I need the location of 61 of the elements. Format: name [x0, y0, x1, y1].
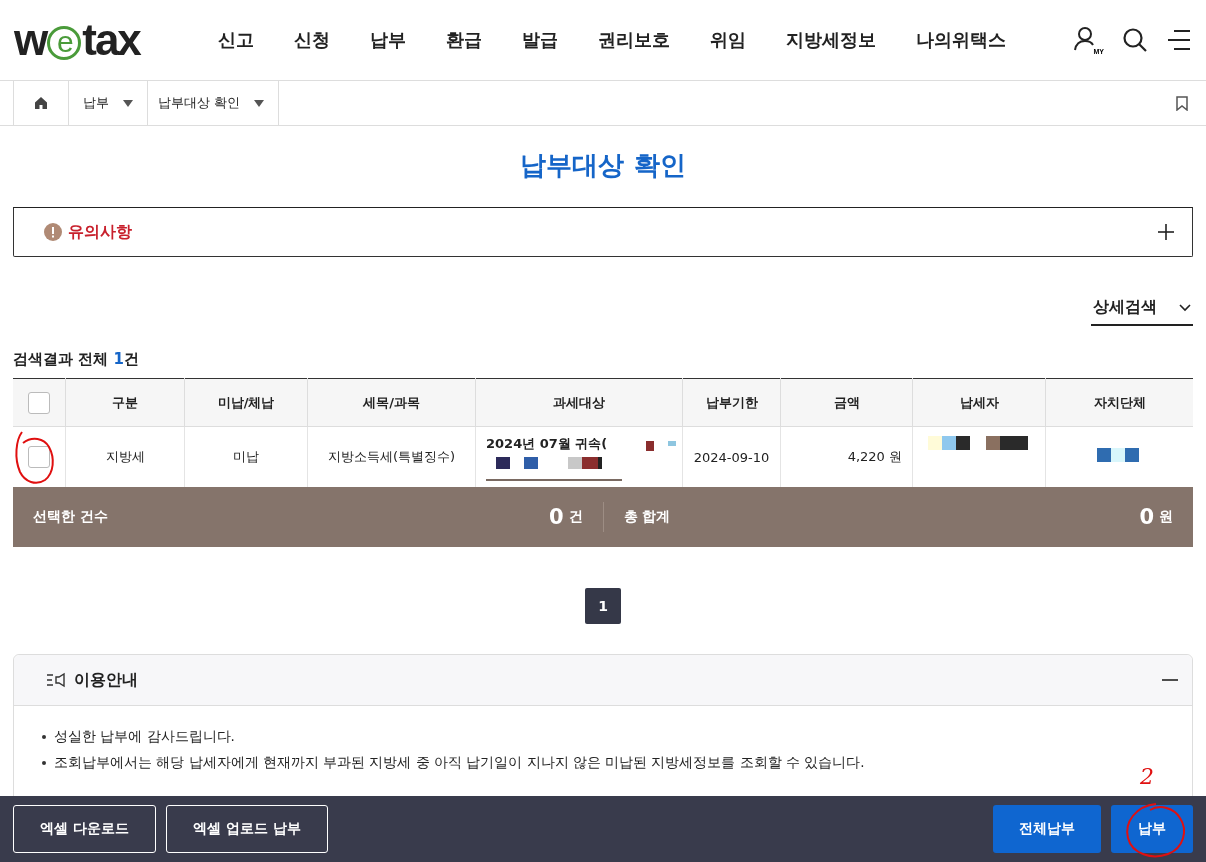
- megaphone-icon: [46, 672, 66, 688]
- caret-icon: [123, 99, 133, 107]
- nav-link[interactable]: 신청: [274, 28, 350, 52]
- plus-icon: [1158, 224, 1174, 240]
- minus-icon: [1162, 679, 1178, 681]
- warning-icon: [44, 223, 62, 241]
- excel-button[interactable]: 엑셀 다운로드: [13, 805, 156, 853]
- selected-count: 0: [548, 505, 564, 529]
- nav-link[interactable]: 납부: [350, 28, 426, 52]
- excel-button[interactable]: 엑셀 업로드 납부: [165, 805, 328, 853]
- notice-accordion[interactable]: 유의사항: [13, 207, 1193, 257]
- table-cell: 2024-09-10: [693, 449, 770, 465]
- nav-link[interactable]: 발급: [502, 28, 578, 52]
- column-header: 금액: [780, 378, 913, 427]
- result-count: 검색결과 전체 1건: [13, 350, 140, 370]
- notice-label: 유의사항: [68, 221, 132, 243]
- amount-unit: 원: [1159, 508, 1173, 526]
- page-button[interactable]: 1: [585, 588, 621, 624]
- nav-link[interactable]: 환급: [426, 28, 502, 52]
- table-cell: 미납: [233, 449, 259, 464]
- caret-icon: [254, 99, 265, 107]
- pay-button[interactable]: 전체납부: [993, 805, 1101, 853]
- bullet-icon: [42, 735, 46, 739]
- column-header: 납부기한: [682, 378, 781, 427]
- nav-link[interactable]: 신고: [198, 28, 274, 52]
- breadcrumb-dropdown[interactable]: 납부대상 확인: [147, 81, 280, 125]
- select-all-checkbox[interactable]: [28, 391, 50, 414]
- table-cell: 지방세: [105, 449, 145, 464]
- nav-link[interactable]: 나의위택스: [896, 28, 1026, 52]
- bookmark-icon[interactable]: [1176, 95, 1188, 111]
- page-title: 납부대상 확인: [519, 149, 687, 182]
- row-checkbox[interactable]: [28, 446, 50, 468]
- column-header: 미납/체납: [184, 378, 308, 427]
- guide-title: 이용안내: [74, 669, 138, 691]
- menu-icon[interactable]: [1166, 29, 1192, 51]
- guide-header[interactable]: 이용안내: [14, 655, 1192, 706]
- column-header: 과세대상: [475, 378, 683, 427]
- table-cell: 지방소득세(특별징수): [327, 449, 456, 464]
- guide-text: 성실한 납부에 감사드립니다.: [54, 728, 235, 746]
- detail-search-toggle[interactable]: 상세검색: [1091, 297, 1193, 326]
- tax-target-link[interactable]: 2024년 07월 귀속(: [486, 435, 608, 453]
- column-header: 구분: [65, 378, 185, 427]
- nav-link[interactable]: 위임: [690, 28, 766, 52]
- column-header: 세목/과목: [307, 378, 476, 427]
- total-label: 총 합계: [623, 508, 671, 526]
- handwritten-mark: 2: [1140, 764, 1154, 789]
- search-icon[interactable]: [1122, 27, 1148, 53]
- guide-text: 조회납부에서는 해당 납세자에게 현재까지 부과된 지방세 중 아직 납기일이 지나지 않은 미납된 지방세정보를 조회할 수 있습니다.: [54, 754, 865, 772]
- table-cell: 4,220 원: [847, 449, 902, 464]
- chevron-icon: [1179, 303, 1191, 312]
- bullet-icon: [42, 761, 46, 765]
- total-amount: 0: [1139, 505, 1154, 529]
- nav-link[interactable]: 지방세정보: [766, 28, 896, 52]
- nav-link[interactable]: 권리보호: [578, 28, 690, 52]
- home-icon[interactable]: [34, 96, 48, 110]
- selected-count-label: 선택한 건수: [33, 508, 108, 526]
- breadcrumb-dropdown[interactable]: 납부: [68, 81, 147, 125]
- count-unit: 건: [568, 508, 583, 526]
- column-header: 자치단체: [1045, 378, 1193, 427]
- pay-button[interactable]: 납부: [1111, 805, 1193, 853]
- column-header: 납세자: [912, 378, 1046, 427]
